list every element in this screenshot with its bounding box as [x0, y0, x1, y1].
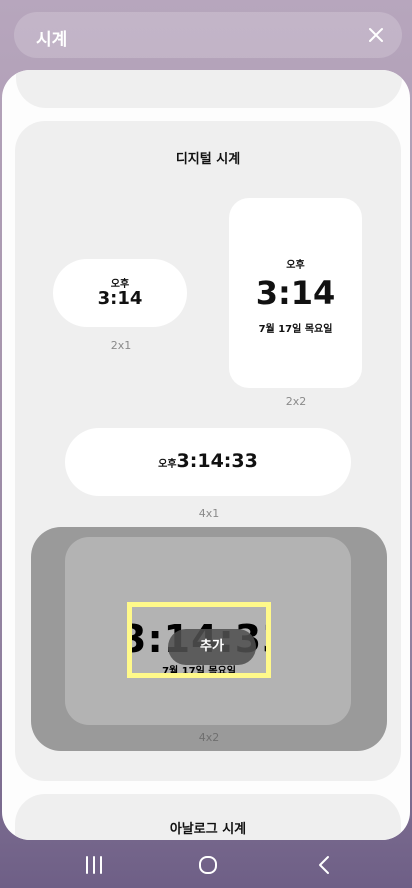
digital-clock-card: 디지털 시계 오후 3:14 2x1 오후 3:14 7월 17일 목요일 2x…	[15, 121, 401, 781]
home-icon[interactable]	[193, 852, 223, 878]
recents-icon[interactable]	[79, 852, 109, 878]
time-row: 오후3:14:33	[65, 450, 351, 472]
previous-size-label: 4x2	[16, 70, 402, 72]
analog-clock-card[interactable]: 아날로그 시계	[15, 794, 401, 840]
widget-4x2-selected[interactable]: 3:14:33 추가 7월 17일 목요일 4x2	[31, 527, 387, 751]
time-label: 3:14	[255, 274, 336, 312]
ampm-label: 오후	[158, 459, 177, 470]
previous-widget-card[interactable]: 4x2	[16, 70, 402, 108]
analog-clock-title: 아날로그 시계	[169, 822, 247, 837]
size-label-2x1: 2x1	[110, 339, 132, 352]
back-icon[interactable]	[310, 852, 340, 878]
digital-clock-title: 디지털 시계	[175, 152, 241, 167]
header-bar: 시계	[14, 12, 402, 58]
date-label: 7월 17일 목요일	[258, 324, 333, 335]
widget-4x2-highlight[interactable]: 3:14:33 추가 7월 17일 목요일	[127, 602, 271, 678]
ampm-label: 오후	[286, 260, 305, 271]
size-label-4x1: 4x1	[198, 507, 220, 520]
widget-4x1[interactable]: 오후3:14:33	[65, 428, 351, 496]
widget-2x1[interactable]: 오후 3:14	[53, 259, 187, 327]
add-button[interactable]: 추가	[168, 629, 256, 665]
time-label: 3:14	[97, 288, 143, 309]
size-label-2x2: 2x2	[285, 395, 307, 408]
size-label-4x2: 4x2	[198, 731, 220, 744]
time-label: 3:14:33	[176, 450, 258, 472]
widget-panel[interactable]: 4x2 디지털 시계 오후 3:14 2x1 오후 3:14 7월 17일 목요…	[2, 70, 410, 840]
date-label: 7월 17일 목요일	[162, 666, 236, 677]
page-title: 시계	[36, 30, 68, 50]
widget-2x2[interactable]: 오후 3:14 7월 17일 목요일	[229, 198, 362, 388]
close-icon[interactable]	[364, 23, 388, 47]
navigation-bar	[0, 840, 412, 888]
